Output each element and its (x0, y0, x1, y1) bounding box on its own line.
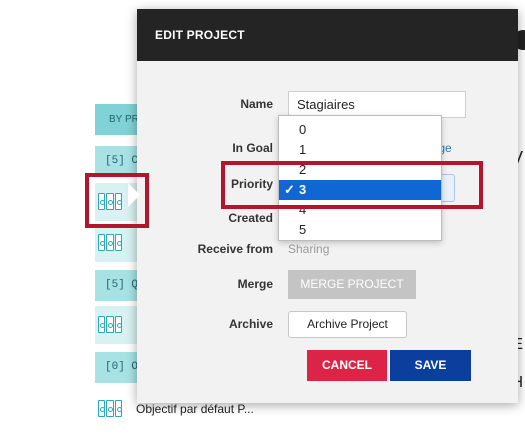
callout-pointer (128, 183, 140, 207)
receive-from-value: Sharing (288, 242, 330, 256)
project-item-label[interactable]: Objectif par défaut P... (136, 402, 254, 416)
archive-project-button[interactable]: Archive Project (288, 311, 407, 338)
section-header[interactable]: [0] OI (95, 352, 138, 383)
binder-icon (98, 316, 123, 333)
dialog-title: EDIT PROJECT (137, 9, 518, 61)
save-button[interactable]: SAVE (390, 350, 471, 381)
binder-icon (98, 400, 123, 417)
receive-from-label: Receive from (197, 242, 273, 256)
in-goal-label: In Goal (232, 141, 273, 155)
section-header[interactable]: [5] QI (95, 270, 138, 301)
archive-label: Archive (228, 317, 273, 331)
binder-icon (98, 193, 123, 210)
list-item[interactable] (95, 224, 138, 262)
priority-dropdown-list[interactable]: 0 1 2 ✓ 3 4 5 (278, 115, 442, 241)
list-item[interactable] (95, 391, 138, 427)
merge-project-button[interactable]: MERGE PROJECT (288, 270, 416, 299)
cancel-button[interactable]: CANCEL (307, 350, 387, 381)
section-header[interactable]: [5] CE (95, 146, 138, 177)
priority-option-4[interactable]: 4 (279, 200, 441, 220)
name-label: Name (240, 97, 273, 111)
created-label: Created (228, 211, 273, 225)
priority-option-3[interactable]: ✓ 3 (279, 180, 441, 200)
priority-option-1[interactable]: 1 (279, 140, 441, 160)
priority-option-2[interactable]: 2 (279, 160, 441, 180)
project-group-tab[interactable]: BY PR (95, 104, 138, 135)
priority-option-0[interactable]: 0 (279, 120, 441, 140)
checkmark-icon: ✓ (284, 182, 295, 197)
merge-label: Merge (237, 277, 273, 291)
project-name-input[interactable]: Stagiaires (288, 91, 466, 118)
list-item[interactable] (95, 306, 138, 344)
priority-label: Priority (230, 177, 273, 191)
priority-option-label: 3 (299, 182, 307, 197)
priority-option-5[interactable]: 5 (279, 220, 441, 240)
binder-icon (98, 234, 123, 251)
